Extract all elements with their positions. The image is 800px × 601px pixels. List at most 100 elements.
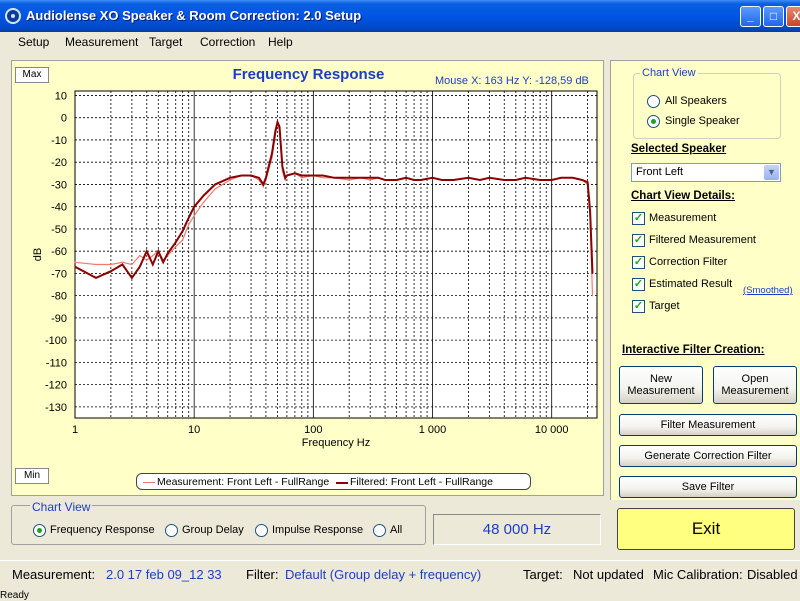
chart-panel: 10 0 -10 -20 -30 -40 -50 -60 -70 -80 -90 -100 -110 -1…	[11, 60, 604, 496]
menu-correction[interactable]: Correction	[200, 35, 255, 49]
menu-help[interactable]: Help	[268, 35, 293, 49]
series-0-point-31	[301, 177, 303, 179]
target-checkbox[interactable]: ✓	[632, 300, 645, 313]
save-filter-button[interactable]: Save Filter	[619, 476, 797, 498]
series-1-point-52	[524, 177, 526, 179]
group-delay-label[interactable]: Group Delay	[182, 524, 244, 536]
series-1-point-32	[312, 174, 314, 177]
right-panel: Chart View All Speakers Single Speaker S…	[610, 60, 800, 500]
status-filter-label: Filter:	[246, 567, 279, 582]
exit-button[interactable]: Exit	[617, 508, 795, 550]
bottom-chart-view-group: Chart View Frequency Response Group Dela…	[11, 500, 426, 545]
series-1-point-30	[294, 172, 296, 174]
estimated-result-checkbox[interactable]: ✓	[632, 278, 645, 291]
impulse-response-radio[interactable]	[255, 524, 268, 537]
series-0-point-4	[131, 263, 133, 266]
series-0-point-60	[591, 295, 594, 297]
close-button[interactable]: X	[786, 6, 800, 27]
menu-measurement[interactable]: Measurement	[65, 35, 138, 49]
series-0-point-21	[262, 186, 264, 188]
single-speaker-radio[interactable]	[647, 115, 660, 128]
series-1-point-43	[420, 179, 422, 181]
series-1-point-48	[479, 179, 481, 181]
all-radio[interactable]	[373, 524, 386, 537]
series-0-point-15	[203, 201, 205, 203]
single-speaker-label[interactable]: Single Speaker	[665, 115, 740, 127]
series-0-point-1	[95, 263, 97, 266]
all-speakers-label[interactable]: All Speakers	[665, 95, 727, 107]
filtered-measurement-checkbox-label[interactable]: Filtered Measurement	[649, 234, 756, 246]
series-1-point-1	[95, 277, 97, 279]
speaker-select[interactable]: Front Left ▼	[631, 163, 781, 182]
menu-setup[interactable]: Setup	[18, 35, 49, 49]
series-1-point-4	[131, 277, 133, 279]
status-filter-value: Default (Group delay + frequency)	[285, 567, 482, 582]
series-1-point-25	[276, 121, 279, 123]
y-tick-label-8: -70	[51, 268, 67, 280]
series-0-point-14	[193, 214, 195, 217]
y-tick-label-1: 0	[61, 113, 67, 125]
chevron-down-icon[interactable]: ▼	[764, 165, 779, 180]
series-1-point-11	[175, 241, 177, 243]
x-axis-label: Frequency Hz	[302, 437, 370, 449]
series-1-point-17	[229, 177, 231, 179]
series-1-point-41	[405, 177, 407, 179]
series-1-point-57	[581, 179, 583, 181]
selected-speaker-title: Selected Speaker	[631, 143, 727, 155]
new-measurement-label-1: New	[649, 373, 672, 385]
frequency-response-radio[interactable]	[33, 524, 46, 537]
correction-filter-checkbox-label[interactable]: Correction Filter	[649, 256, 727, 268]
y-tick-label-13: -120	[45, 380, 67, 392]
series-1-point-28	[284, 177, 286, 179]
measurement-checkbox-label[interactable]: Measurement	[649, 212, 716, 224]
series-1-point-7	[152, 263, 154, 266]
estimated-result-checkbox-label[interactable]: Estimated Result	[649, 278, 732, 290]
group-delay-radio[interactable]	[165, 524, 178, 537]
menu-target[interactable]: Target	[149, 35, 182, 49]
min-button[interactable]: Min	[15, 468, 49, 484]
minimize-button[interactable]: _	[740, 6, 761, 27]
series-1-point-9	[162, 261, 164, 263]
correction-filter-checkbox[interactable]: ✓	[632, 256, 645, 269]
frequency-response-plot[interactable]: 100-10-20-30-40-50-60-70-80-90-100-110-1…	[12, 61, 605, 497]
impulse-response-label[interactable]: Impulse Response	[272, 524, 363, 536]
series-1-point-40	[396, 179, 398, 181]
y-tick-label-3: -20	[51, 157, 67, 169]
series-1-point-45	[441, 179, 443, 181]
series-1-point-47	[467, 177, 469, 179]
series-0-point-0	[74, 261, 76, 263]
smoothed-link[interactable]: (Smoothed)	[743, 285, 793, 296]
series-0-point-37	[369, 179, 371, 181]
series-1-point-3	[121, 263, 124, 266]
series-1-point-59	[589, 210, 591, 212]
new-measurement-button[interactable]: New Measurement	[619, 366, 703, 404]
series-0-point-5	[139, 255, 141, 257]
filter-measurement-button[interactable]: Filter Measurement	[619, 414, 797, 436]
menu-bar: Setup Measurement Target Correction Help	[0, 32, 800, 52]
all-speakers-radio[interactable]	[647, 95, 660, 108]
measurement-checkbox[interactable]: ✓	[632, 212, 645, 225]
series-1-point-50	[503, 179, 505, 181]
open-measurement-button[interactable]: Open Measurement	[713, 366, 797, 404]
chart-view-details-title: Chart View Details:	[631, 190, 735, 202]
y-axis-label: dB	[32, 248, 44, 261]
chart-legend: Measurement: Front Left - FullRange Filt…	[136, 473, 531, 490]
frequency-response-label[interactable]: Frequency Response	[50, 524, 155, 536]
target-checkbox-label[interactable]: Target	[649, 300, 680, 312]
y-tick-label-6: -50	[51, 224, 67, 236]
series-1-point-60	[591, 272, 594, 275]
series-0-point-35	[348, 179, 350, 181]
filtered-measurement-checkbox[interactable]: ✓	[632, 234, 645, 247]
y-tick-label-2: -10	[51, 135, 67, 147]
series-1-point-20	[258, 177, 260, 179]
app-icon	[5, 8, 21, 24]
generate-correction-filter-button[interactable]: Generate Correction Filter	[619, 445, 797, 467]
series-0-point-13	[188, 223, 190, 226]
series-1-point-0	[74, 266, 76, 268]
x-tick-label-1: 10	[188, 424, 200, 436]
series-1-point-5	[139, 266, 141, 268]
series-1-point-8	[157, 250, 159, 252]
speaker-select-value: Front Left	[636, 166, 684, 178]
all-label[interactable]: All	[390, 524, 402, 536]
maximize-button[interactable]: □	[763, 6, 784, 27]
